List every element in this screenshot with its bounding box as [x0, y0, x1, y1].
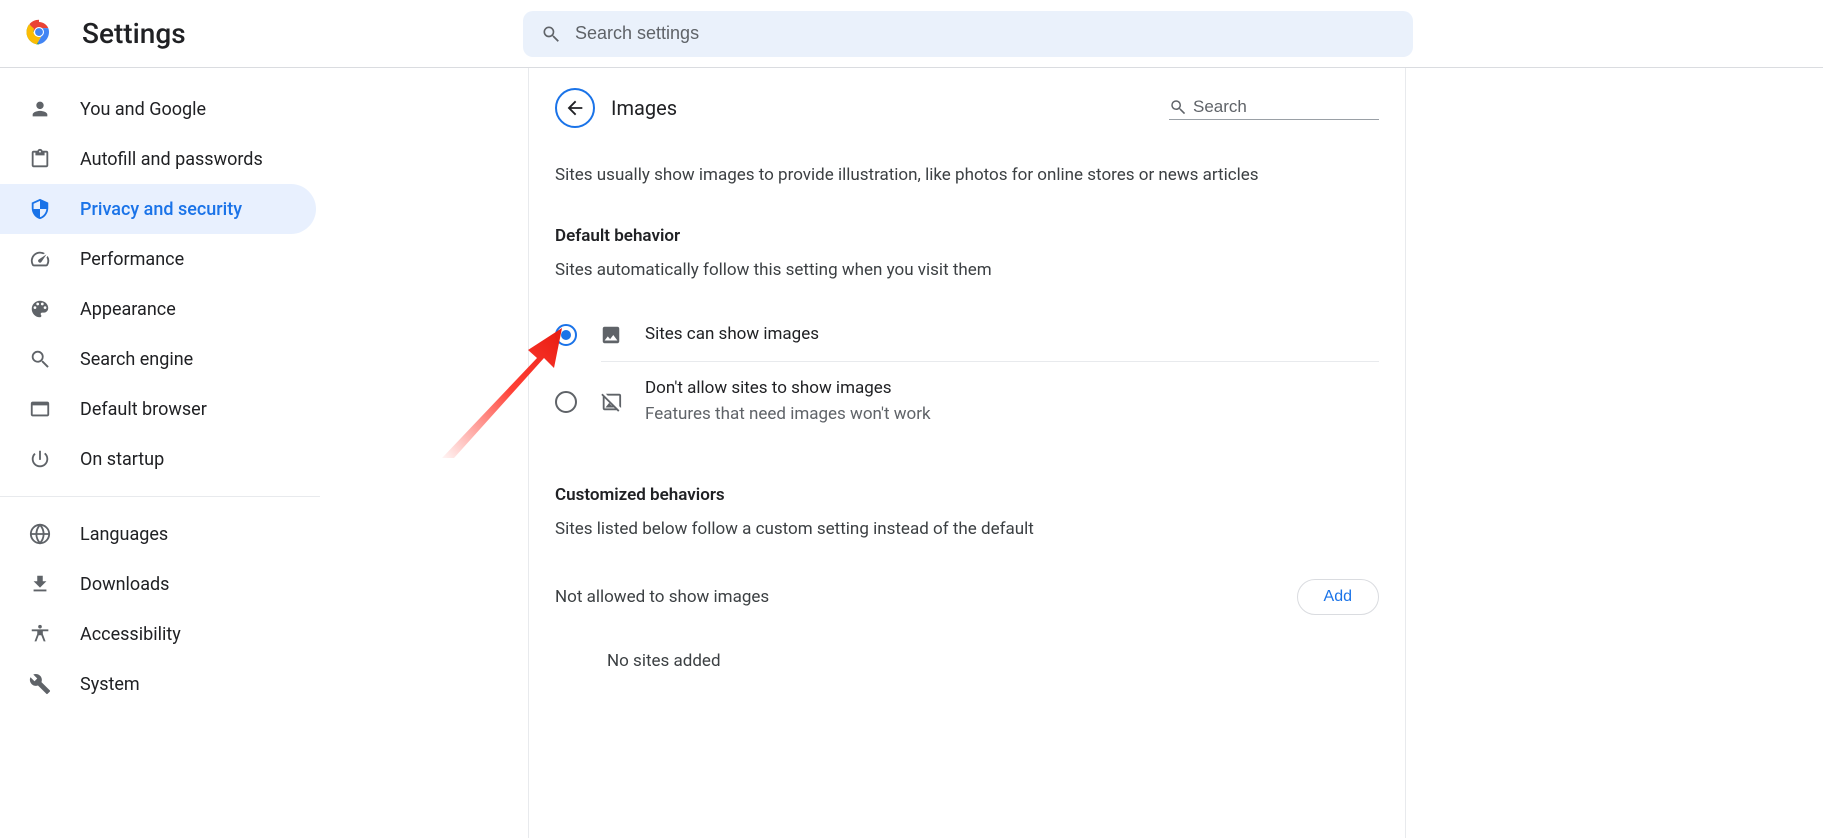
search-icon: [1169, 98, 1187, 116]
sidebar-item-appearance[interactable]: Appearance: [0, 284, 316, 334]
sidebar-item-privacy[interactable]: Privacy and security: [0, 184, 316, 234]
page-search[interactable]: [1169, 97, 1379, 120]
accessibility-icon: [28, 622, 52, 646]
sidebar-item-label: Accessibility: [80, 624, 181, 645]
sidebar-item-performance[interactable]: Performance: [0, 234, 316, 284]
not-allowed-heading: Not allowed to show images: [555, 587, 769, 607]
palette-icon: [28, 297, 52, 321]
globe-icon: [28, 522, 52, 546]
option-block-sub: Features that need images won't work: [645, 402, 931, 428]
sidebar-item-label: Privacy and security: [80, 199, 242, 220]
custom-sub: Sites listed below follow a custom setti…: [555, 519, 1379, 539]
sidebar-item-downloads[interactable]: Downloads: [0, 559, 316, 609]
option-block-label: Don't allow sites to show images: [645, 376, 931, 402]
sidebar-item-label: You and Google: [80, 99, 206, 120]
sidebar-item-on-startup[interactable]: On startup: [0, 434, 316, 484]
option-block-images[interactable]: Don't allow sites to show images Feature…: [555, 362, 1379, 441]
clipboard-icon: [28, 147, 52, 171]
no-sites-text: No sites added: [607, 651, 1379, 671]
sidebar-item-accessibility[interactable]: Accessibility: [0, 609, 316, 659]
option-allow-label: Sites can show images: [645, 322, 819, 348]
radio-allow[interactable]: [555, 324, 577, 346]
sidebar-item-label: On startup: [80, 449, 164, 470]
sidebar-item-label: Languages: [80, 524, 168, 545]
sidebar-item-label: Autofill and passwords: [80, 149, 263, 170]
app-title: Settings: [82, 17, 186, 50]
sidebar-item-system[interactable]: System: [0, 659, 316, 709]
custom-heading: Customized behaviors: [555, 485, 1379, 505]
radio-block[interactable]: [555, 391, 577, 413]
add-button[interactable]: Add: [1297, 579, 1379, 615]
sidebar-item-default-browser[interactable]: Default browser: [0, 384, 316, 434]
sidebar-item-label: Performance: [80, 249, 184, 270]
sidebar-item-label: Search engine: [80, 349, 193, 370]
download-icon: [28, 572, 52, 596]
image-off-icon: [599, 390, 623, 414]
sidebar: You and Google Autofill and passwords Pr…: [0, 68, 320, 838]
sidebar-item-search-engine[interactable]: Search engine: [0, 334, 316, 384]
sidebar-item-label: Downloads: [80, 574, 169, 595]
search-icon: [541, 24, 561, 44]
search-settings-input[interactable]: [575, 23, 1395, 44]
settings-card: Images Sites usually show images to prov…: [528, 68, 1406, 838]
sidebar-item-languages[interactable]: Languages: [0, 509, 316, 559]
image-icon: [599, 323, 623, 347]
person-icon: [28, 97, 52, 121]
browser-icon: [28, 397, 52, 421]
option-allow-images[interactable]: Sites can show images: [555, 308, 1379, 362]
page-search-input[interactable]: [1193, 97, 1379, 117]
shield-icon: [28, 197, 52, 221]
chrome-logo-icon: [24, 17, 54, 51]
sidebar-item-you-and-google[interactable]: You and Google: [0, 84, 316, 134]
intro-text: Sites usually show images to provide ill…: [555, 164, 1379, 188]
power-icon: [28, 447, 52, 471]
sidebar-item-label: Appearance: [80, 299, 176, 320]
search-icon: [28, 347, 52, 371]
sidebar-item-autofill[interactable]: Autofill and passwords: [0, 134, 316, 184]
wrench-icon: [28, 672, 52, 696]
arrow-left-icon: [564, 97, 586, 119]
back-button[interactable]: [555, 88, 595, 128]
sidebar-item-label: Default browser: [80, 399, 207, 420]
search-settings-bar[interactable]: [523, 11, 1413, 57]
page-title: Images: [611, 96, 677, 120]
default-behavior-sub: Sites automatically follow this setting …: [555, 260, 1379, 280]
sidebar-item-label: System: [80, 674, 140, 695]
default-behavior-heading: Default behavior: [555, 226, 1379, 246]
sidebar-divider: [0, 496, 320, 497]
speedometer-icon: [28, 247, 52, 271]
